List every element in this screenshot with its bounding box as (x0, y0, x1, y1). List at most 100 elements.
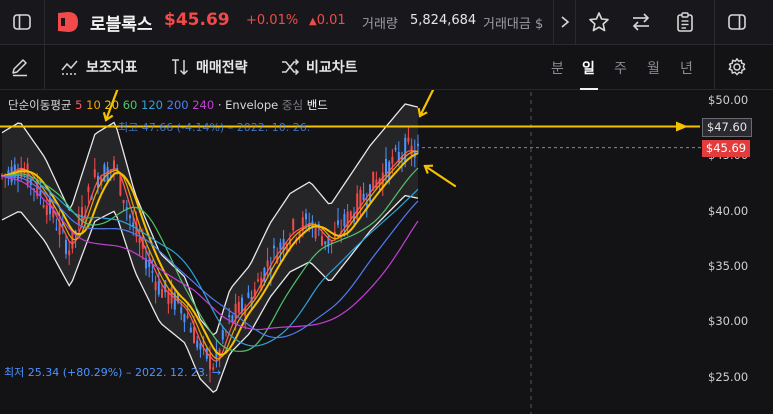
divider (575, 0, 576, 44)
candle-body (151, 271, 154, 273)
price-axis-tick: $30.00 (708, 314, 749, 329)
candle-body (279, 242, 282, 250)
compare-button[interactable]: 비교차트 (280, 56, 358, 78)
envelope-legend-label: · Envelope (217, 98, 279, 112)
candle-body (65, 239, 67, 254)
swap-button[interactable] (626, 0, 656, 44)
shuffle-icon (282, 58, 300, 76)
panel-right-icon (728, 14, 746, 30)
clipboard-icon (677, 12, 693, 32)
candle-body (122, 200, 125, 204)
ma-period-20: 20 (104, 98, 123, 112)
ma-period-60: 60 (122, 98, 142, 112)
up-triangle-icon: ▲ (309, 16, 317, 27)
ma-periods: 5 10 20 60 120 200 240 (75, 98, 218, 112)
scroll-right-button[interactable] (556, 0, 574, 44)
candle-body (362, 193, 365, 201)
candle-body (237, 301, 240, 313)
strategy-label: 매매전략 (196, 60, 248, 76)
indicator-legend: 단순이동평균 5 10 20 60 120 200 240 · Envelope… (8, 97, 328, 113)
candle-body (93, 169, 96, 178)
change-percent: +0.01% (246, 13, 299, 28)
price-axis-tick: $40.00 (708, 203, 749, 218)
candle-body (42, 205, 45, 208)
high-annotation: 최고 47.66 (-4.14%) – 2022. 10. 26. (118, 121, 311, 134)
candle-body (266, 260, 269, 267)
roblox-logo-icon (58, 12, 78, 32)
candle-body (87, 186, 90, 193)
divider (553, 0, 554, 44)
candle-body (292, 219, 295, 231)
ma-period-200: 200 (166, 98, 193, 112)
candle-body (407, 137, 410, 142)
amount-label: 거래대금 $ (483, 17, 544, 32)
envelope-band-label: 밴드 (306, 98, 328, 112)
sidebar-toggle-button[interactable] (4, 0, 40, 44)
candle-body (314, 227, 317, 239)
candle-body (180, 307, 183, 314)
candle-body (273, 245, 275, 249)
top-bar: 로블록스 $45.69 +0.01% ▲0.01 거래량 5,824,684 거… (0, 0, 773, 45)
star-icon (589, 12, 609, 32)
candle-body (113, 160, 115, 169)
chart-toolbar: 보조지표 매매전략 비교차트 분 일 주 월 년 (0, 45, 773, 90)
volume-value: 5,824,684 (410, 13, 477, 28)
ma-period-5: 5 (75, 98, 87, 112)
divider (44, 0, 45, 44)
candle-body (417, 143, 419, 147)
candle-body (231, 315, 234, 322)
ma-period-120: 120 (141, 98, 167, 112)
marker-arrow-icon (676, 121, 688, 132)
indicators-label: 보조지표 (86, 60, 138, 76)
strategy-button[interactable]: 매매전략 (170, 56, 248, 78)
favorite-button[interactable] (584, 0, 614, 44)
pencil-icon (12, 59, 27, 77)
divider (714, 0, 715, 44)
period-day[interactable]: 일 (582, 58, 595, 78)
candle-body (305, 213, 307, 220)
chart-settings-button[interactable] (722, 45, 752, 89)
right-panel-toggle-button[interactable] (722, 0, 752, 44)
current-price-tag: $45.69 (702, 139, 750, 157)
candle-body (228, 314, 231, 318)
gear-icon (728, 58, 746, 76)
annotation-arrow (418, 90, 435, 118)
candle-body (183, 314, 186, 323)
buy-sell-arrows-icon (172, 59, 189, 76)
volume-label: 거래량 (362, 17, 398, 32)
change-absolute-value: 0.01 (316, 13, 346, 28)
period-month[interactable]: 월 (647, 58, 660, 78)
annotation-arrow (423, 164, 457, 188)
candle-body (324, 241, 327, 245)
candle-body (391, 156, 394, 164)
current-price: $45.69 (164, 10, 230, 30)
ma-period-240: 240 (192, 98, 218, 112)
stock-name: 로블록스 (90, 15, 153, 35)
candle-body (45, 205, 48, 216)
drawing-tool-button[interactable] (10, 56, 30, 78)
order-sheet-button[interactable] (670, 0, 700, 44)
divider (44, 45, 45, 89)
candle-body (55, 228, 58, 230)
indicators-button[interactable]: 보조지표 (60, 56, 138, 78)
candle-body (154, 281, 157, 291)
candle-body (186, 315, 189, 319)
candle-body (196, 340, 199, 348)
chevron-right-icon (561, 16, 570, 28)
period-minute[interactable]: 분 (551, 58, 564, 78)
marker-price-label: $47.60 (706, 120, 748, 135)
period-week[interactable]: 주 (614, 58, 627, 78)
low-annotation: 최저 25.34 (+80.29%) – 2022. 12. 23. → (4, 366, 222, 379)
price-axis-tick: $35.00 (708, 258, 749, 273)
period-year[interactable]: 년 (680, 58, 693, 78)
candle-body (221, 330, 224, 340)
candle-body (161, 289, 163, 298)
candle-body (129, 215, 131, 219)
ma-legend-label: 단순이동평균 (8, 98, 72, 112)
envelope-center-label: 중심 (281, 98, 304, 112)
divider (714, 45, 715, 89)
candle-body (321, 236, 323, 246)
candle-body (381, 172, 384, 187)
change-absolute: ▲0.01 (309, 13, 346, 28)
candle-body (68, 250, 71, 256)
